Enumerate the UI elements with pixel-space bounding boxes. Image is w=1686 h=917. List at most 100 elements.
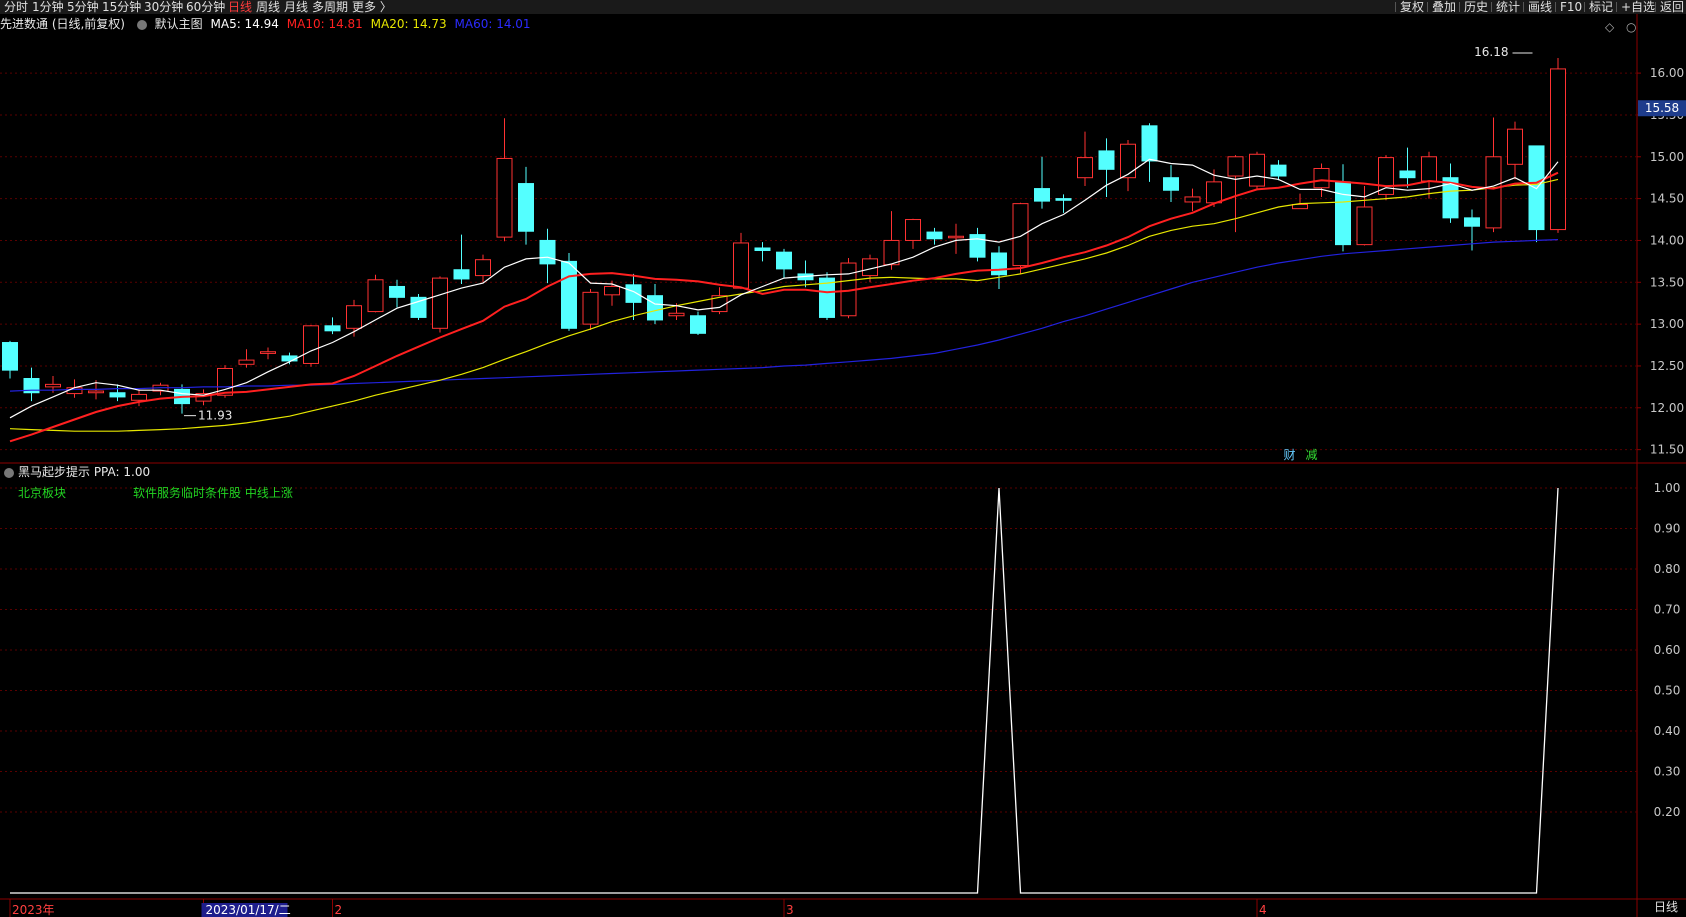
candle-up: [238, 359, 255, 365]
candle-down: [1464, 217, 1480, 227]
toolbar-button-5[interactable]: 统计: [1496, 0, 1520, 14]
ma20-label: MA20: 14.73: [370, 17, 447, 31]
candle-down: [561, 260, 577, 329]
candle-down: [1098, 150, 1115, 170]
candle-up: [733, 242, 749, 289]
candle-up: [496, 157, 513, 238]
settings-icon[interactable]: [4, 467, 14, 478]
main-legend: 先进数通 (日线,前复权) 默认主图 MA5: 14.94 MA10: 14.8…: [0, 16, 535, 32]
toolbar-button-7[interactable]: 叠加: [1432, 0, 1456, 14]
price-tick-label: 13.50: [1650, 275, 1684, 289]
candle-down: [518, 183, 534, 232]
dropdown-icon[interactable]: [136, 19, 147, 30]
candle-up: [1120, 143, 1136, 179]
candle-down: [754, 247, 771, 251]
toolbar-separator: [1555, 2, 1556, 12]
candle-down: [2, 342, 18, 371]
toolbar-separator: [1459, 2, 1460, 12]
candle-up: [346, 305, 362, 329]
period-toolbar: 分时 1分钟 5分钟 15分钟 30分钟 60分钟 日线 周线 月线 多周期 更多 〉 返回 +自选 标记…: [0, 0, 1686, 14]
period-tab-1[interactable]: 1分钟: [32, 0, 64, 14]
candle-up: [1227, 156, 1244, 177]
toolbar-separator: [1395, 2, 1396, 12]
candle-up: [1249, 153, 1265, 187]
candle-up: [432, 277, 448, 329]
reduce-badge: 减: [1306, 448, 1318, 462]
toolbar-button-3[interactable]: F10: [1560, 0, 1582, 14]
indicator-tick-label: 0.60: [1654, 643, 1681, 657]
toolbar-button-4[interactable]: 画线: [1528, 0, 1552, 14]
low-price-label: 11.93: [198, 409, 232, 423]
candle-up: [905, 219, 921, 241]
candle-down: [1034, 188, 1050, 202]
toolbar-button-8[interactable]: 复权: [1400, 0, 1424, 14]
candle-up: [883, 239, 900, 266]
toolbar-button-2[interactable]: 标记: [1589, 0, 1613, 14]
candle-up: [45, 383, 61, 388]
candle-down: [926, 231, 943, 240]
candle-up: [475, 259, 491, 277]
time-tick-label: 2023年: [12, 903, 55, 917]
indicator-tick-label: 0.50: [1654, 684, 1681, 698]
indicator-tick-label: 1.00: [1654, 481, 1681, 495]
period-tab-3[interactable]: 15分钟: [102, 0, 141, 14]
chart-canvas[interactable]: 11.50 12.00 12.50 13.00 13.50 14.00 14.50 15.00…: [0, 0, 1686, 917]
period-tab-6[interactable]: 日线: [228, 0, 252, 14]
ma5-line: [9, 158, 1559, 419]
candle-down: [776, 251, 792, 270]
high-price-label: 16.18: [1474, 45, 1508, 59]
period-tab-10[interactable]: 更多 〉: [352, 0, 392, 14]
price-tick-label: 13.00: [1650, 317, 1684, 331]
indicator-tick-label: 0.70: [1654, 603, 1681, 617]
period-tab-8[interactable]: 月线: [284, 0, 308, 14]
current-price-value: 15.58: [1645, 101, 1679, 115]
candle-up: [1206, 181, 1222, 204]
period-tab-5[interactable]: 60分钟: [186, 0, 225, 14]
indicator-title: 黑马起步提示 PPA: 1.00: [4, 465, 150, 479]
candle-up: [367, 279, 384, 313]
period-tab-9[interactable]: 多周期: [312, 0, 348, 14]
candle-down: [324, 325, 341, 332]
candle-down: [1055, 198, 1072, 201]
candle-down: [647, 295, 663, 321]
candle-up: [1292, 203, 1308, 210]
candle-down: [969, 234, 986, 258]
candle-down: [539, 239, 556, 265]
candle-up: [66, 387, 83, 395]
time-tick-label: 2: [335, 903, 343, 917]
price-tick-label: 14.00: [1650, 233, 1684, 247]
candle-up: [948, 235, 964, 239]
price-tick-label: 14.50: [1650, 192, 1684, 206]
toolbar-button-6[interactable]: 历史: [1464, 0, 1488, 14]
candle-down: [1270, 164, 1287, 177]
main-chart-label[interactable]: 默认主图: [155, 17, 203, 31]
candle-down: [1335, 181, 1351, 246]
time-tick-label: 3: [786, 903, 794, 917]
ma10-label: MA10: 14.81: [286, 17, 363, 31]
period-indicator: 日线: [1653, 900, 1678, 914]
sector-label: 北京板块: [18, 486, 67, 500]
candle-up: [1421, 156, 1437, 182]
candle-down: [1163, 177, 1179, 191]
time-tick-label: 2023/01/17/二: [206, 903, 291, 917]
period-tab-4[interactable]: 30分钟: [144, 0, 183, 14]
price-tick-label: 12.00: [1650, 401, 1684, 415]
period-tab-0[interactable]: 分时: [4, 0, 28, 14]
period-tab-2[interactable]: 5分钟: [67, 0, 99, 14]
toolbar-separator: [1491, 2, 1492, 12]
candle-down: [109, 392, 126, 398]
indicator-tick-label: 0.20: [1654, 805, 1681, 819]
toolbar-button-1[interactable]: +自选: [1621, 0, 1655, 14]
candle-up: [1184, 196, 1201, 203]
circle-icon: ○: [1626, 20, 1636, 34]
candle-down: [625, 284, 642, 303]
ma20-line: [9, 178, 1559, 432]
ma5-label: MA5: 14.94: [210, 17, 279, 31]
toolbar-separator: [1655, 2, 1656, 12]
toolbar-button-0[interactable]: 返回: [1660, 0, 1684, 14]
candle-up: [1012, 203, 1029, 267]
price-tick-label: 15.00: [1650, 150, 1684, 164]
period-tab-7[interactable]: 周线: [256, 0, 280, 14]
toolbar-separator: [1616, 2, 1617, 12]
candle-up: [668, 312, 685, 317]
